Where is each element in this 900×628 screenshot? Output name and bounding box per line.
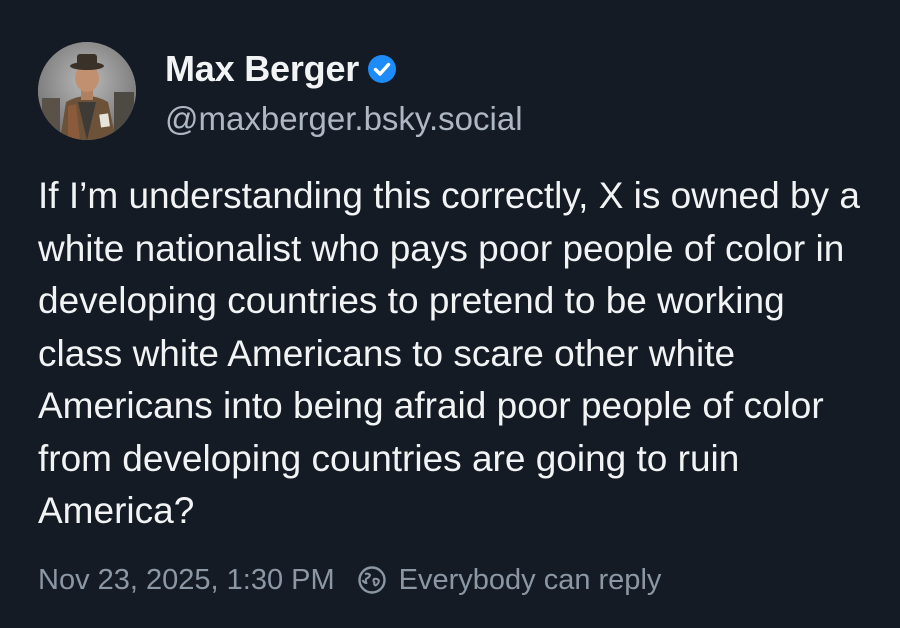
post-text: If I’m understanding this correctly, X i… [38,175,860,531]
post-card: Max Berger @maxberger.bsky.social If I’m… [0,0,900,628]
author-block: Max Berger @maxberger.bsky.social [165,46,523,146]
author-display-name[interactable]: Max Berger [165,48,359,90]
post-meta: Nov 23, 2025, 1:30 PM Everybody can repl… [38,560,661,600]
reply-setting[interactable]: Everybody can reply [357,563,662,597]
author-handle[interactable]: @maxberger.bsky.social [165,100,523,138]
avatar[interactable] [38,42,136,140]
globe-icon [357,565,387,595]
author-name-row: Max Berger [165,46,523,92]
verified-badge-icon[interactable] [367,54,397,84]
avatar-image [38,42,136,140]
reply-setting-label: Everybody can reply [398,563,662,596]
post-timestamp[interactable]: Nov 23, 2025, 1:30 PM [38,564,335,597]
